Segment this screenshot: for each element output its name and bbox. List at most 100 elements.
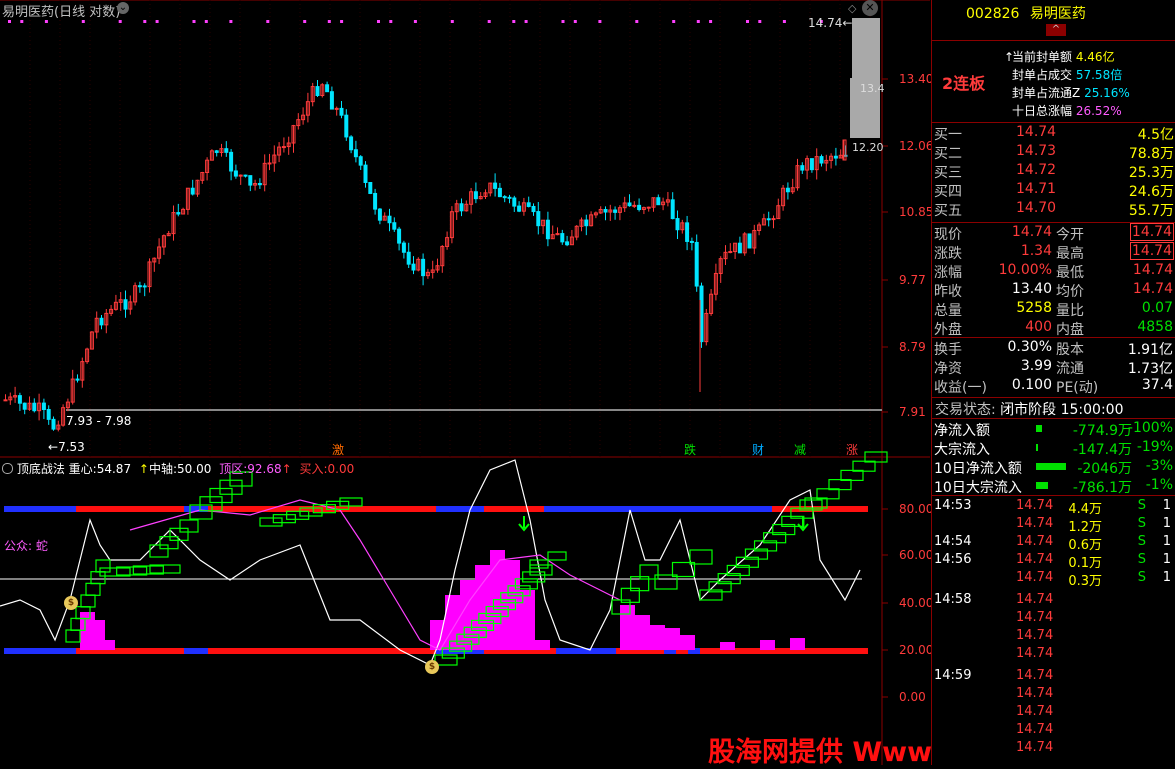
stat2-label: 换手 [934, 342, 962, 358]
candle-body [685, 222, 690, 242]
candle-body [536, 211, 541, 227]
event-marker-jian[interactable]: 减 [794, 441, 806, 458]
zhongzhou-value: 50.00 [177, 462, 212, 476]
histogram-bar [505, 560, 520, 650]
tick-side: S [1137, 534, 1146, 549]
event-marker-cai[interactable]: 财 [752, 441, 764, 458]
event-marker-zhang[interactable]: 涨 [846, 441, 858, 458]
stat-label: 现价 [934, 227, 962, 243]
stat-value: 10.00% [998, 262, 1052, 278]
candle-body [387, 215, 392, 224]
candle-body [32, 402, 37, 412]
band-seg [484, 506, 496, 512]
stat-value: 5258 [1016, 300, 1052, 316]
divider [932, 495, 1175, 496]
candle-body [747, 233, 752, 249]
price-tick: 10.85 [899, 205, 934, 219]
band-seg [748, 506, 760, 512]
event-dot [192, 20, 196, 23]
flow-pct: -19% [1136, 439, 1173, 455]
price-tick: 8.79 [899, 340, 926, 354]
zhongzhou-arrow: ↑ [138, 462, 149, 476]
seal-row: 封单占成交 57.58倍 [1012, 66, 1130, 84]
candle-body [497, 187, 502, 198]
flow-label: 净流入额 [934, 423, 990, 439]
candle-body [819, 156, 824, 164]
event-marker-ji[interactable]: 激 [332, 441, 344, 458]
candle-body [833, 155, 838, 159]
zhongzhou-label: 中轴: [148, 462, 178, 476]
mairu-value: 0.00 [327, 462, 355, 476]
seal-label: 十日总涨幅 [1012, 104, 1073, 118]
histogram-bar [460, 580, 475, 650]
price-box-3-label: 12.20 [852, 141, 884, 154]
chart-area[interactable]: 易明医药(日线 对数) ⌄ ◇ ✕ 13.40 12.06 10.85 9.77 8.7… [0, 0, 934, 765]
band-seg [832, 648, 844, 654]
histogram-bar [650, 625, 665, 650]
money-bag-icon: $ [425, 660, 439, 674]
diamond-icon[interactable]: ◇ [848, 2, 856, 15]
radio-icon[interactable] [2, 463, 13, 474]
band-seg [700, 648, 712, 654]
band-seg [544, 506, 556, 512]
chevron-down-icon[interactable]: ⌄ [117, 2, 129, 14]
band-seg [388, 506, 400, 512]
candle-body [397, 228, 402, 244]
divider [932, 337, 1175, 338]
flow-bar [1036, 463, 1066, 470]
band-seg [604, 506, 616, 512]
band-seg [136, 648, 148, 654]
candle-body [392, 222, 397, 230]
kline-chart[interactable] [0, 0, 930, 765]
band-seg [760, 506, 772, 512]
band-seg [688, 506, 700, 512]
band-seg [40, 648, 52, 654]
indicator-tick: 40.00 [899, 596, 934, 610]
band-seg [436, 506, 448, 512]
flow-bar [1036, 444, 1038, 451]
candle-body [632, 204, 637, 207]
bid-price: 14.72 [1016, 162, 1057, 178]
tick-price: 14.74 [1016, 592, 1054, 607]
seal-label: 当前封单额 [1012, 50, 1073, 64]
tick-price: 14.74 [1016, 704, 1054, 719]
band-seg [808, 506, 820, 512]
stat2-value: 3.99 [1020, 358, 1052, 374]
band-seg [796, 506, 808, 512]
price-tick: 12.06 [899, 139, 934, 153]
trade-status-value: 闭市阶段 15:00:00 [1000, 402, 1124, 418]
candle-body [233, 170, 238, 177]
band-seg [532, 506, 544, 512]
histogram-bar [680, 635, 695, 650]
seal-info: ↑ 当前封单额 4.46亿 封单占成交 57.58倍 封单占流通Z 25.16% 十日总… [1004, 48, 1130, 120]
band-seg [616, 506, 628, 512]
close-icon[interactable]: ✕ [862, 0, 878, 16]
candle-body [325, 84, 330, 93]
band-seg [568, 506, 580, 512]
band-seg [700, 506, 712, 512]
band-seg [52, 506, 64, 512]
tick-price: 14.74 [1016, 552, 1054, 567]
seal-label: 封单占成交 [1012, 68, 1073, 82]
candle-body [344, 114, 349, 138]
candle-body [238, 174, 243, 177]
band-seg [820, 648, 832, 654]
band-seg [352, 506, 364, 512]
tick-price: 14.74 [1016, 740, 1054, 755]
band-seg [136, 506, 148, 512]
candle-body [334, 107, 339, 110]
event-dot [672, 20, 676, 23]
ladder-box [259, 517, 283, 527]
band-seg [340, 648, 352, 654]
band-seg [172, 648, 184, 654]
event-dot [327, 20, 331, 23]
event-marker-die[interactable]: 跌 [684, 441, 696, 458]
price-box-current [852, 18, 880, 78]
band-seg [316, 648, 328, 654]
candle-body [694, 241, 699, 287]
band-seg [856, 506, 868, 512]
collapse-icon[interactable]: ^ [1046, 24, 1066, 36]
period-label: (日线 对数) [54, 5, 121, 20]
candle-body [627, 202, 632, 207]
ladder-box [85, 582, 101, 596]
